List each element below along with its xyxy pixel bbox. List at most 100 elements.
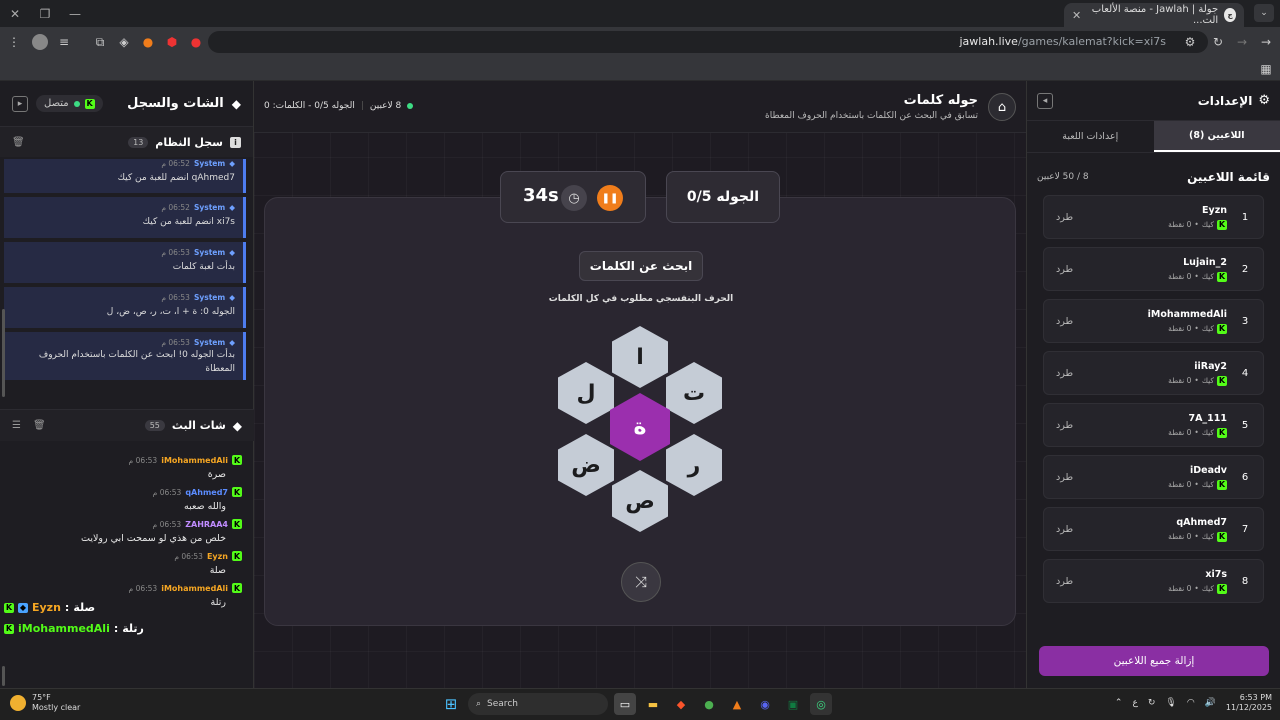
- overlay-name: iMohammedAli: [18, 622, 110, 635]
- minimize-window-icon[interactable]: —: [60, 0, 90, 27]
- pause-icon[interactable]: ❚❚: [597, 185, 623, 211]
- extensions-icon[interactable]: ⧉: [92, 34, 108, 50]
- connection-status: K متصل: [36, 95, 103, 112]
- system-log-title: سجل النظام: [155, 135, 223, 149]
- close-window-icon[interactable]: ✕: [0, 0, 30, 27]
- kick-icon: K: [4, 602, 14, 613]
- site-settings-icon[interactable]: ⚙: [1182, 34, 1198, 50]
- kick-player-button[interactable]: طرد: [1056, 472, 1073, 483]
- chevron-up-icon[interactable]: ⌃: [1115, 698, 1123, 708]
- kick-player-button[interactable]: طرد: [1056, 368, 1073, 379]
- player-name: iDeadv: [1190, 464, 1227, 476]
- apps-grid-icon[interactable]: ▦: [1258, 61, 1274, 77]
- shuffle-icon[interactable]: ⤨: [621, 562, 661, 602]
- player-platform: كيك: [1201, 532, 1214, 541]
- center-letter-hex[interactable]: ة: [610, 393, 670, 461]
- kick-player-button[interactable]: طرد: [1056, 576, 1073, 587]
- players-list: 1 Eyzn K كيك • 0 نقطة طرد 2 Lujain_2 K كيك • 0 ن…: [1027, 195, 1280, 603]
- wifi-icon[interactable]: ◠: [1187, 698, 1195, 708]
- player-rank: 2: [1241, 263, 1249, 275]
- media-control-icon[interactable]: ≡: [56, 34, 72, 50]
- kick-player-button[interactable]: طرد: [1056, 524, 1073, 535]
- game-board: ابحث عن الكلمات الحرف البنفسجي مطلوب في …: [264, 197, 1016, 626]
- close-tab-icon[interactable]: ✕: [1072, 9, 1081, 22]
- taskbar-search[interactable]: ⌕ Search: [468, 693, 608, 715]
- letter-hex[interactable]: ر: [666, 434, 722, 496]
- back-icon[interactable]: →: [1258, 34, 1274, 50]
- tab-game-settings[interactable]: إعدادات اللعبة: [1027, 121, 1154, 152]
- letter-hex[interactable]: ا: [612, 326, 668, 388]
- kick-player-button[interactable]: طرد: [1056, 212, 1073, 223]
- volume-icon[interactable]: 🔊: [1205, 698, 1216, 708]
- menu-kebab-icon[interactable]: ⋮: [6, 34, 22, 50]
- system-icon: ◆: [229, 203, 235, 212]
- clear-log-trash-icon[interactable]: 🗑: [12, 137, 25, 148]
- microphone-icon[interactable]: 🎙: [1165, 698, 1176, 708]
- message-text: صرة: [207, 469, 226, 480]
- game-title: جوله كلمات: [903, 93, 978, 108]
- browser-tab[interactable]: ج جولة | Jawlah - منصة الألعاب الت... ✕: [1064, 3, 1244, 27]
- timestamp: 06:53 م: [152, 519, 182, 529]
- refresh-icon[interactable]: ↻: [1148, 698, 1156, 708]
- discord-icon[interactable]: ◉: [754, 693, 776, 715]
- keyboard-language[interactable]: ع: [1132, 698, 1137, 708]
- kick-icon: K: [1217, 479, 1227, 490]
- letter-hex[interactable]: ص: [612, 470, 668, 532]
- clock[interactable]: 6:53 PM 11/12/2025: [1226, 693, 1272, 714]
- kick-player-button[interactable]: طرد: [1056, 264, 1073, 275]
- scrollbar[interactable]: [2, 666, 5, 686]
- list-item: K ZAHRAA4 06:53 م خلص من هذي لو سمحت ابي ر…: [8, 519, 242, 544]
- scrollbar[interactable]: [2, 309, 5, 397]
- player-name: iMohammedAli: [1147, 308, 1227, 320]
- list-item: ◆ System 06:53 م بدأت الجوله 0! ابحث عن ال…: [4, 332, 246, 380]
- player-row: 7 qAhmed7 K كيك • 0 نقطة طرد: [1043, 507, 1264, 551]
- kick-icon: K: [232, 455, 242, 465]
- weather-widget[interactable]: 75°F Mostly clear: [10, 693, 80, 714]
- kick-icon: K: [232, 583, 242, 593]
- live-chat-count: 55: [144, 420, 165, 431]
- forward-icon[interactable]: →: [1234, 34, 1250, 50]
- windows-start-icon[interactable]: ⊞: [440, 693, 462, 715]
- clear-chat-trash-icon[interactable]: 🗑: [33, 420, 46, 431]
- divider: |: [360, 101, 364, 111]
- list-item: K Eyzn 06:53 م صلة: [8, 551, 242, 576]
- letter-hex[interactable]: ل: [558, 362, 614, 424]
- address-bar[interactable]: jawlah.live/games/kalemat?kick=xi7s ⚙: [208, 31, 1208, 53]
- restore-window-icon[interactable]: ❐: [30, 0, 60, 27]
- collapse-panel-icon[interactable]: ▸: [12, 95, 28, 112]
- tab-search-button[interactable]: ⌄: [1254, 4, 1274, 22]
- live-chat-list: KiMohammedAli 06:53 م صرة KqAhmed7 06:53 م…: [0, 443, 254, 688]
- filter-list-icon[interactable]: ☰: [12, 420, 21, 431]
- app-icon[interactable]: ▲: [726, 693, 748, 715]
- shield-extension-icon[interactable]: ◈: [116, 34, 132, 50]
- kick-player-button[interactable]: طرد: [1056, 420, 1073, 431]
- collapse-panel-icon[interactable]: ◂: [1037, 92, 1053, 109]
- app-active-icon[interactable]: ◎: [810, 693, 832, 715]
- remove-all-players-button[interactable]: إزالة جميع اللاعبين: [1039, 646, 1269, 676]
- reload-icon[interactable]: ↻: [1210, 34, 1226, 50]
- kick-player-button[interactable]: طرد: [1056, 316, 1073, 327]
- profile-avatar[interactable]: [32, 34, 48, 50]
- url-text[interactable]: jawlah.live/games/kalemat?kick=xi7s: [959, 35, 1166, 48]
- letter-hex[interactable]: ض: [558, 434, 614, 496]
- player-platform: كيك: [1201, 480, 1214, 489]
- system-log-count: 13: [128, 136, 149, 148]
- task-title: ابحث عن الكلمات: [579, 251, 703, 281]
- separator-dot: •: [1194, 324, 1199, 333]
- player-row: 5 7A_111 K كيك • 0 نقطة طرد: [1043, 403, 1264, 447]
- task-view-icon[interactable]: ▭: [614, 693, 636, 715]
- timestamp: 06:53 م: [161, 338, 190, 347]
- extension-red-icon[interactable]: ●: [188, 34, 204, 50]
- tab-players[interactable]: اللاعبين (8): [1153, 121, 1280, 152]
- file-explorer-icon[interactable]: ▬: [642, 693, 664, 715]
- player-points: 0 نقطة: [1168, 480, 1192, 489]
- excel-icon[interactable]: ▣: [782, 693, 804, 715]
- letter-hex[interactable]: ت: [666, 362, 722, 424]
- extension-orange-icon[interactable]: ●: [140, 34, 156, 50]
- chrome-icon[interactable]: ●: [698, 693, 720, 715]
- browser-tabbar: ✕ ❐ — + ج جولة | Jawlah - منصة الألعاب ا…: [0, 0, 1280, 27]
- brave-browser-icon[interactable]: ◆: [670, 693, 692, 715]
- chat-overlay-line: صلة : Eyzn ◆ K: [4, 601, 95, 614]
- adblock-extension-icon[interactable]: ⬢: [164, 34, 180, 50]
- home-icon[interactable]: ⌂: [988, 93, 1016, 121]
